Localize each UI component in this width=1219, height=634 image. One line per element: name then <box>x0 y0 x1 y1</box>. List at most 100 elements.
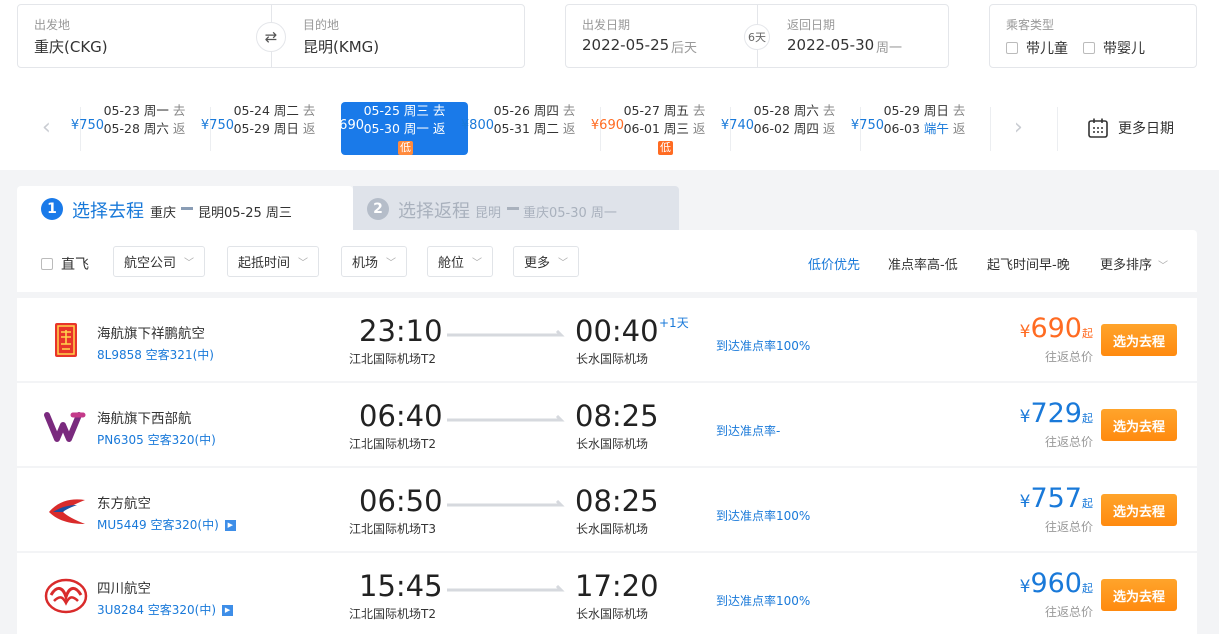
infant-checkbox[interactable]: 带婴儿 <box>1083 38 1145 58</box>
more-dates-button[interactable]: 更多日期 <box>1087 117 1174 139</box>
round-trip-total-label: 往返总价 <box>1044 520 1093 534</box>
calendar-icon <box>1088 118 1108 138</box>
time-filter[interactable]: 起抵时间 ﹀ <box>227 246 320 277</box>
time-filter-label: 起抵时间 <box>238 256 291 271</box>
airline-name: 海航旗下祥鹏航空 <box>97 326 205 342</box>
date-prev-button[interactable]: ‹ <box>42 115 51 140</box>
origin-value: 重庆(CKG) <box>34 38 108 56</box>
tab-return[interactable]: 2 选择返程 昆明 重庆05-30 周一 <box>353 186 679 230</box>
swap-icon: ⇄ <box>264 28 278 46</box>
flight-number[interactable]: PN6305 空客320(中) <box>97 431 216 448</box>
direct-checkbox-label: 直飞 <box>61 257 89 273</box>
cabin-filter-label: 舱位 <box>438 256 465 271</box>
airport-filter[interactable]: 机场 ﹀ <box>341 246 408 277</box>
tab-outbound[interactable]: 1 选择去程 重庆 昆明05-25 周三 <box>17 186 353 230</box>
date-option[interactable]: 05-29 周日 去 06-03 端午 返 ¥750 <box>851 102 988 155</box>
arrival-airport: 长水国际机场 <box>576 522 649 536</box>
departure-time: 23:10 <box>359 314 443 348</box>
sichuan-airlines-logo-icon <box>44 578 88 614</box>
select-outbound-button[interactable]: 选为去程 <box>1101 579 1177 611</box>
flight-number[interactable]: 3U8284 空客320(中) ▶ <box>97 601 234 618</box>
flight-row: 海航旗下祥鹏航空 8L9858 空客321(中) 23:10 江北国际机场T2 … <box>17 298 1197 381</box>
punctuality-rate[interactable]: 到达准点率100% <box>716 337 810 354</box>
arrival-time: 00:40 <box>575 314 659 348</box>
departure-time: 06:50 <box>359 484 443 518</box>
select-outbound-button[interactable]: 选为去程 <box>1101 409 1177 441</box>
route-box: 出发地 重庆(CKG) ⇄ 目的地 昆明(KMG) <box>17 4 525 68</box>
flight-arrow-icon <box>447 415 565 422</box>
return-date-field[interactable]: 返回日期 2022-05-30 周一 <box>771 5 949 67</box>
tab-return-to: 重庆05-30 周一 <box>523 206 617 221</box>
arrival-time: 08:25 <box>575 484 659 518</box>
tab-return-title: 选择返程 <box>398 201 470 222</box>
play-icon[interactable]: ▶ <box>222 605 234 616</box>
sort-more[interactable]: 更多排序 ﹀ <box>1100 254 1168 273</box>
flight-price: ¥729起 <box>1019 398 1093 429</box>
sort-departure-time[interactable]: 起飞时间早-晚 <box>987 254 1070 273</box>
flight-row: 海航旗下西部航 PN6305 空客320(中) 06:40 江北国际机场T2 0… <box>17 383 1197 466</box>
date-box: 出发日期 2022-05-25 后天 6天 返回日期 2022-05-30 周一 <box>565 4 949 68</box>
infant-checkbox-label: 带婴儿 <box>1103 41 1145 57</box>
flight-arrow-icon <box>447 585 565 592</box>
date-price: ¥750 <box>70 118 104 133</box>
date-separator <box>1057 107 1058 151</box>
depart-date-field[interactable]: 出发日期 2022-05-25 后天 <box>566 5 756 67</box>
chevron-down-icon: ﹀ <box>1158 261 1169 272</box>
departure-airport: 江北国际机场T2 <box>349 607 436 621</box>
flight-price: ¥690起 <box>1019 313 1093 344</box>
date-option[interactable]: 05-27 周五 去 06-01 周三 返 ¥690 低 <box>591 102 728 155</box>
airline-filter[interactable]: 航空公司 ﹀ <box>113 246 206 277</box>
route-arrow-icon <box>181 207 193 210</box>
select-outbound-button[interactable]: 选为去程 <box>1101 494 1177 526</box>
destination-field[interactable]: 目的地 昆明(KMG) <box>288 5 524 67</box>
return-date-label: 返回日期 <box>787 18 836 32</box>
select-outbound-button[interactable]: 选为去程 <box>1101 324 1177 356</box>
airport-filter-label: 机场 <box>352 256 379 271</box>
depart-date-value: 2022-05-25 <box>582 36 670 54</box>
date-price: ¥690 <box>330 118 364 133</box>
chevron-down-icon: ﹀ <box>386 258 397 269</box>
play-icon[interactable]: ▶ <box>224 520 236 531</box>
date-option[interactable]: 05-28 周六 去 06-02 周四 返 ¥740 <box>721 102 858 155</box>
luckyair-logo-icon <box>55 323 77 357</box>
date-option[interactable]: 05-26 周四 去 05-31 周二 返 ¥800 <box>461 102 598 155</box>
destination-label: 目的地 <box>303 18 340 32</box>
direct-checkbox-box <box>41 258 53 270</box>
trip-duration-badge: 6天 <box>744 24 770 50</box>
step-one-badge: 1 <box>41 198 63 220</box>
direct-flight-checkbox[interactable]: 直飞 <box>41 254 89 274</box>
flight-number[interactable]: 8L9858 空客321(中) <box>97 346 214 363</box>
departure-time: 15:45 <box>359 569 443 603</box>
flight-arrow-icon <box>447 500 565 507</box>
origin-field[interactable]: 出发地 重庆(CKG) <box>18 5 268 67</box>
airline-filter-label: 航空公司 <box>124 256 177 271</box>
infant-checkbox-box <box>1083 42 1095 54</box>
sort-low-price[interactable]: 低价优先 <box>808 254 860 273</box>
date-price: ¥750 <box>850 118 884 133</box>
cabin-filter[interactable]: 舱位 ﹀ <box>427 246 494 277</box>
round-trip-total-label: 往返总价 <box>1044 435 1093 449</box>
sort-punctuality[interactable]: 准点率高-低 <box>888 254 958 273</box>
date-option-selected[interactable]: 05-25 周三 去 05-30 周一 返 ¥690 低 <box>331 102 468 155</box>
tab-outbound-to: 昆明05-25 周三 <box>198 206 292 221</box>
flight-number[interactable]: MU5449 空客320(中) ▶ <box>97 516 236 533</box>
tab-outbound-title: 选择去程 <box>72 201 144 222</box>
depart-day: 后天 <box>671 41 698 56</box>
date-next-button[interactable]: › <box>1014 115 1023 140</box>
punctuality-rate[interactable]: 到达准点率100% <box>716 507 810 524</box>
airline-name: 海航旗下西部航 <box>97 411 192 427</box>
step-two-badge: 2 <box>367 198 389 220</box>
date-option[interactable]: 05-24 周二 去 05-29 周日 返 ¥750 <box>201 102 338 155</box>
punctuality-rate[interactable]: 到达准点率100% <box>716 592 810 609</box>
round-trip-total-label: 往返总价 <box>1044 605 1093 619</box>
westair-logo-icon <box>44 412 86 442</box>
destination-value: 昆明(KMG) <box>303 38 380 56</box>
swap-button[interactable]: ⇄ <box>256 22 286 52</box>
tab-return-from: 昆明 <box>475 206 502 221</box>
punctuality-rate[interactable]: 到达准点率- <box>716 422 780 439</box>
child-checkbox[interactable]: 带儿童 <box>1006 38 1068 58</box>
date-price: ¥690 <box>590 118 624 133</box>
date-option[interactable]: 05-23 周一 去 05-28 周六 返 ¥750 <box>71 102 208 155</box>
chevron-down-icon: ﹀ <box>184 258 195 269</box>
more-filter[interactable]: 更多 ﹀ <box>513 246 580 277</box>
